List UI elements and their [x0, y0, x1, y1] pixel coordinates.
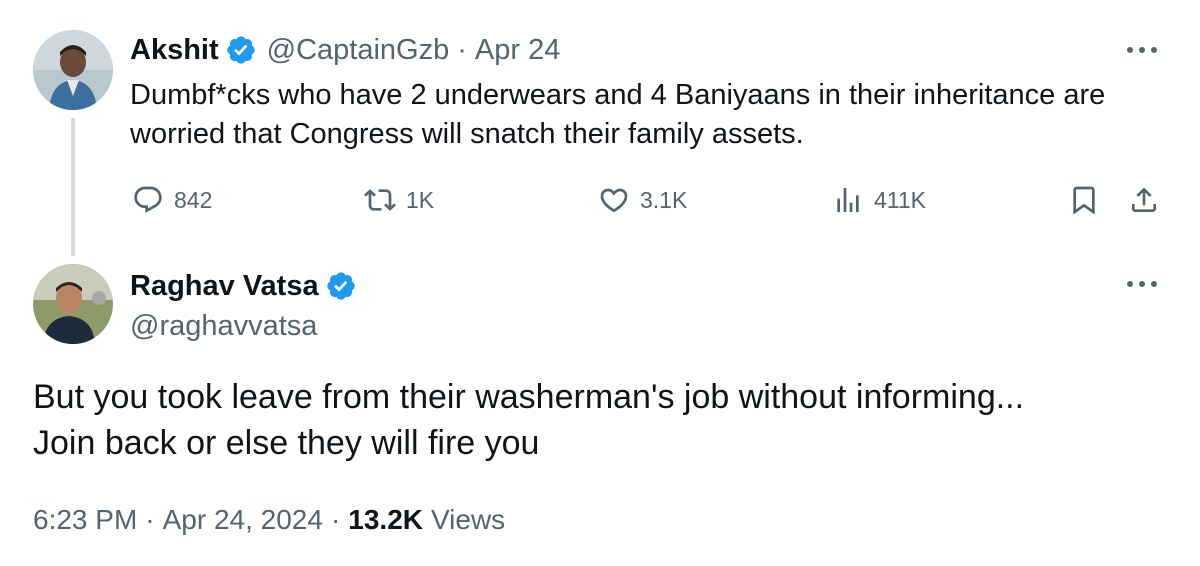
share-button[interactable]	[1128, 180, 1170, 220]
bookmark-button[interactable]	[1068, 180, 1110, 220]
parent-tweet-text: Dumbf*cks who have 2 underwears and 4 Ba…	[130, 79, 1106, 150]
verified-badge-icon[interactable]	[225, 34, 257, 66]
reply-avatar[interactable]	[33, 264, 113, 344]
parent-display-name[interactable]: Akshit	[130, 34, 219, 67]
reply-text-line-2: Join back or else they will fire you	[33, 424, 540, 462]
more-dots-icon	[1127, 47, 1157, 53]
reply-date[interactable]: Apr 24, 2024	[163, 504, 323, 536]
header-separator: ·	[457, 33, 467, 66]
parent-header: Akshit @CaptainGzb · Apr 24	[130, 30, 560, 70]
reply-header: Raghav Vatsa	[130, 266, 367, 306]
parent-avatar[interactable]	[33, 30, 113, 110]
parent-date[interactable]: Apr 24	[475, 34, 560, 67]
repost-icon	[364, 189, 396, 211]
share-icon	[1132, 187, 1156, 212]
meta-separator: ·	[145, 504, 155, 535]
views-button[interactable]: 411K	[832, 180, 926, 220]
repost-count: 1K	[406, 186, 435, 213]
like-count: 3.1K	[640, 186, 688, 213]
heart-icon	[600, 188, 628, 213]
like-button[interactable]: 3.1K	[598, 180, 687, 220]
parent-more-button[interactable]	[1122, 40, 1162, 60]
reply-display-name[interactable]: Raghav Vatsa	[130, 270, 319, 303]
parent-action-bar: 842 1K 3.1K 411K	[0, 180, 1200, 220]
more-dots-icon	[1127, 281, 1157, 287]
bookmark-icon	[1073, 186, 1095, 215]
reply-tweet-text: But you took leave from their washerman'…	[33, 374, 1173, 466]
reply-text-line-1: But you took leave from their washerman'…	[33, 378, 1025, 416]
reply-views-count: 13.2K	[348, 504, 423, 535]
views-chart-icon	[837, 188, 859, 212]
reply-views-label: Views	[431, 504, 506, 535]
reply-icon	[134, 186, 162, 213]
reply-handle[interactable]: @raghavvatsa	[130, 310, 317, 343]
repost-button[interactable]: 1K	[364, 180, 434, 220]
reply-time[interactable]: 6:23 PM	[33, 504, 137, 536]
parent-handle[interactable]: @CaptainGzb	[267, 34, 450, 67]
views-count: 411K	[874, 186, 927, 213]
meta-separator: ·	[330, 504, 341, 535]
reply-timestamp-row: 6:23 PM · Apr 24, 2024 · 13.2K Views	[33, 500, 505, 540]
reply-more-button[interactable]	[1122, 274, 1162, 294]
verified-badge-icon[interactable]	[325, 270, 357, 302]
reply-count: 842	[174, 186, 213, 213]
reply-button[interactable]: 842	[132, 180, 212, 220]
